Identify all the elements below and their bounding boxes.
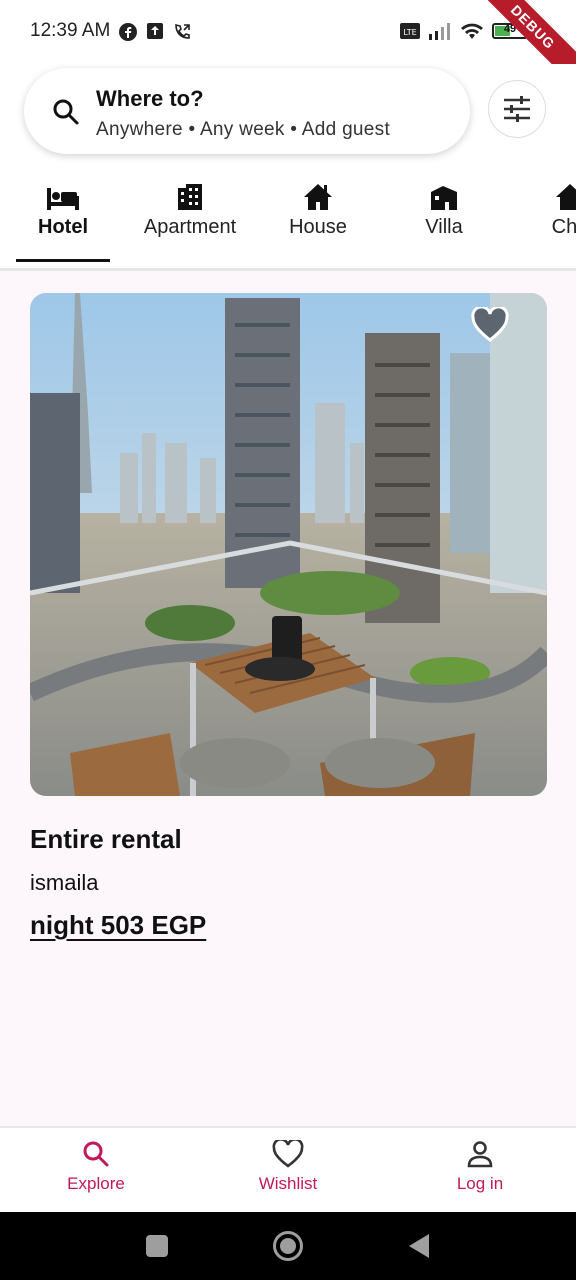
upload-icon [147,23,163,39]
nav-label: Log in [456,1174,504,1193]
status-bar: 12:39 AM LTE 49 DEBUG [0,0,576,97]
search-subtitle: Anywhere • Any week • Add guest [96,119,391,140]
apartment-icon [178,184,202,210]
nav-label: Explore [67,1174,125,1193]
call-forward-icon [175,23,190,39]
system-navigation-bar [0,1212,576,1280]
category-tabs: Hotel Apartment House Villa Cha [0,182,576,262]
active-tab-indicator [16,259,110,262]
back-button[interactable] [408,1233,430,1259]
listing-price[interactable]: night 503 EGP [30,910,206,941]
search-icon [53,99,79,125]
status-time: 12:39 AM [30,20,111,41]
chalet-icon [556,184,576,210]
tab-label: Villa [425,216,463,238]
facebook-icon [119,23,137,41]
nav-explore[interactable]: Explore [31,1140,161,1194]
favorite-heart-icon[interactable] [471,307,509,343]
signal-icon [429,23,450,40]
listing-image [30,293,547,796]
divider [0,268,576,271]
tab-hotel[interactable]: Hotel [16,182,110,262]
search-bar[interactable]: Where to? Anywhere • Any week • Add gues… [24,68,470,154]
hotel-bed-icon [47,188,79,210]
villa-icon [431,186,457,210]
house-icon [304,184,332,210]
listing-photo[interactable] [30,293,547,796]
tab-label: House [289,216,347,238]
tab-house[interactable]: House [280,182,356,262]
tab-apartment[interactable]: Apartment [138,182,242,262]
volte-icon: LTE [400,23,420,39]
tab-label: Apartment [143,216,237,238]
svg-text:LTE: LTE [403,28,416,37]
home-button[interactable] [273,1231,303,1261]
tab-villa[interactable]: Villa [414,182,474,262]
recents-button[interactable] [146,1235,168,1257]
nav-login[interactable]: Log in [415,1140,545,1194]
tab-chalet[interactable]: Cha [540,182,576,262]
nav-wishlist[interactable]: Wishlist [223,1140,353,1194]
tab-label: Cha [551,216,576,238]
tune-icon [504,96,530,122]
header: Where to? Anywhere • Any week • Add gues… [0,64,576,271]
filter-button[interactable] [488,80,546,138]
listing-title: Entire rental [30,824,182,854]
tab-label: Hotel [38,216,88,238]
search-icon [83,1141,109,1167]
bottom-navigation: Explore Wishlist Log in [0,1126,576,1212]
listing-host: ismaila [30,870,99,895]
search-title: Where to? [96,86,204,111]
nav-label: Wishlist [258,1174,318,1193]
heart-icon [272,1140,304,1168]
person-icon [467,1141,493,1168]
wifi-icon [461,23,483,39]
